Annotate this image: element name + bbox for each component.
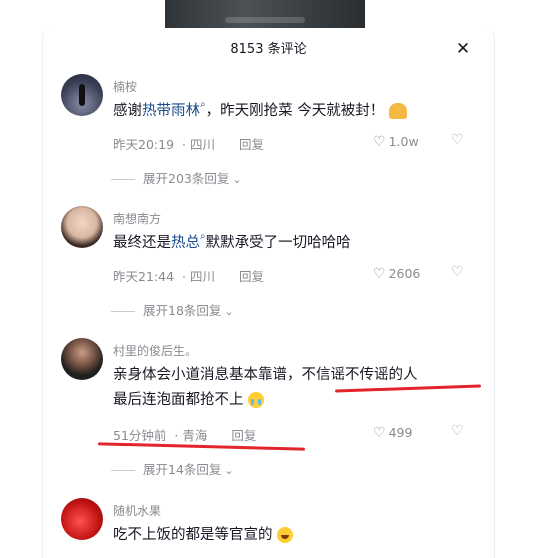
reply-button[interactable]: 回复: [239, 269, 264, 284]
comment-meta: 51分钟前 · 青海 回复: [113, 428, 257, 443]
heart-icon: ♡: [373, 425, 386, 441]
crying-face-emoji-icon: [248, 392, 265, 408]
comment-text-line-1: 亲身体会小道消息基本靠谱，不信谣不传谣的人: [113, 367, 418, 383]
like-button[interactable]: ♡ 2606: [373, 266, 420, 282]
like-count: 499: [388, 425, 413, 440]
username[interactable]: 南想南方: [113, 210, 161, 227]
username[interactable]: 村里的俊后生。: [113, 342, 197, 359]
close-icon[interactable]: ✕: [454, 40, 472, 58]
avatar[interactable]: [61, 498, 103, 540]
comment-count-title: 8153 条评论: [230, 42, 307, 57]
divider: [111, 179, 135, 180]
laughing-face-emoji-icon: [277, 527, 294, 543]
video-preview[interactable]: [165, 0, 365, 28]
expand-replies-button[interactable]: 展开18条回复 ⌄: [111, 300, 234, 319]
broken-heart-icon[interactable]: ♡: [451, 423, 464, 439]
divider: [111, 311, 135, 312]
comment-text: 感谢热带雨林⌕，昨天刚抢菜 今天就被封！: [113, 99, 407, 120]
comment-location: 青海: [182, 428, 208, 443]
chevron-down-icon: ⌄: [232, 173, 242, 186]
avatar[interactable]: [61, 338, 103, 380]
comment-text-part: 最后连泡面都抢不上: [113, 392, 244, 408]
username[interactable]: 楠桉: [113, 78, 137, 95]
comment-text: 吃不上饭的都是等官宣的: [113, 523, 294, 544]
like-count: 2606: [388, 266, 421, 281]
comment-location: 四川: [189, 269, 215, 284]
heart-icon: ♡: [373, 134, 386, 150]
chevron-down-icon: ⌄: [224, 305, 234, 318]
comment-time: 昨天21:44: [113, 269, 175, 284]
comment-location: 四川: [189, 137, 215, 152]
like-count: 1.0w: [388, 134, 419, 149]
expand-replies-label: 展开203条回复: [143, 171, 230, 186]
comment-text-line-2: 最后连泡面都抢不上: [113, 388, 265, 409]
comment-text-part: ，昨天刚抢菜 今天就被封！: [205, 103, 385, 119]
avatar[interactable]: [61, 206, 103, 248]
expand-replies-button[interactable]: 展开14条回复 ⌄: [111, 459, 234, 478]
expand-replies-label: 展开18条回复: [143, 303, 222, 318]
hashtag-link[interactable]: 热带雨林: [142, 103, 200, 119]
like-button[interactable]: ♡ 499: [373, 425, 412, 441]
reply-button[interactable]: 回复: [231, 428, 256, 443]
expand-replies-button[interactable]: 展开203条回复 ⌄: [111, 168, 242, 187]
avatar[interactable]: [61, 74, 103, 116]
comment-text-part: 默默承受了一切哈哈哈: [205, 235, 351, 251]
divider: [111, 470, 135, 471]
comment-meta: 昨天20:19 · 四川 回复: [113, 137, 264, 152]
reply-button[interactable]: 回复: [239, 137, 264, 152]
comments-panel: 8153 条评论 ✕ 楠桉 感谢热带雨林⌕，昨天刚抢菜 今天就被封！ 昨天20:…: [42, 28, 495, 558]
chevron-down-icon: ⌄: [224, 464, 234, 477]
comment-text-part: 最终还是: [113, 235, 171, 251]
expand-replies-label: 展开14条回复: [143, 462, 222, 477]
comment-text-part: 吃不上饭的都是等官宣的: [113, 527, 273, 543]
comment-time: 昨天20:19: [113, 137, 175, 152]
like-button[interactable]: ♡ 1.0w: [373, 134, 419, 150]
comment-text-part: 感谢: [113, 103, 142, 119]
broken-heart-icon[interactable]: ♡: [451, 132, 464, 148]
praying-hands-emoji-icon: [388, 103, 407, 119]
username[interactable]: 随机水果: [113, 502, 161, 519]
comment-text: 最终还是热总⌕默默承受了一切哈哈哈: [113, 231, 351, 252]
broken-heart-icon[interactable]: ♡: [451, 264, 464, 280]
heart-icon: ♡: [373, 266, 386, 282]
comment-time: 51分钟前: [113, 428, 167, 443]
comments-header: 8153 条评论: [43, 28, 494, 72]
hashtag-link[interactable]: 热总: [171, 235, 200, 251]
comment-meta: 昨天21:44 · 四川 回复: [113, 269, 264, 284]
